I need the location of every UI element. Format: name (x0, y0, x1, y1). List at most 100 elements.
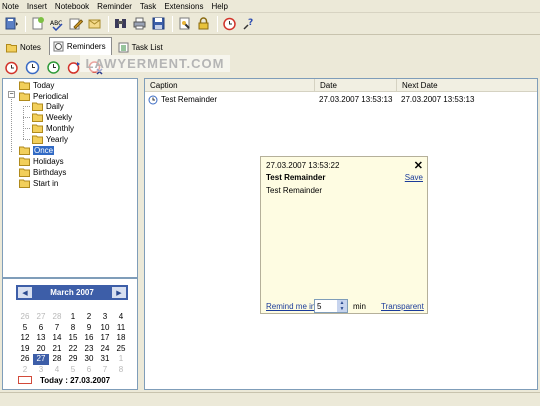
calendar-day[interactable]: 21 (49, 344, 65, 355)
new-note-button[interactable] (29, 15, 46, 32)
menu-task[interactable]: Task (140, 2, 156, 11)
refresh-reminder-button[interactable] (45, 59, 62, 76)
calendar-day[interactable]: 8 (113, 365, 129, 376)
reminder-clock-button[interactable] (24, 59, 41, 76)
panel-splitter[interactable] (139, 78, 143, 390)
properties-button[interactable] (176, 15, 193, 32)
new-reminder-button[interactable] (3, 59, 20, 76)
calendar-day[interactable]: 1 (65, 312, 81, 323)
calendar-day[interactable]: 1 (113, 354, 129, 365)
calendar-day[interactable]: 28 (49, 354, 65, 365)
column-caption[interactable]: Caption (145, 79, 315, 92)
lock-button[interactable] (195, 15, 212, 32)
tree-expander[interactable]: − (8, 91, 15, 98)
calendar-day[interactable]: 15 (65, 333, 81, 344)
tree-item-once[interactable]: Once (19, 145, 55, 156)
calendar-day[interactable]: 17 (97, 333, 113, 344)
transparent-link[interactable]: Transparent (381, 302, 424, 311)
menu-note[interactable]: Note (2, 2, 19, 11)
tree-item-weekly[interactable]: Weekly (32, 112, 72, 123)
alarm-clock-icon (5, 61, 18, 74)
spellcheck-button[interactable]: ABC (48, 15, 65, 32)
main-toolbar: ABC ? (0, 13, 540, 35)
minutes-input[interactable] (315, 300, 337, 312)
menu-insert[interactable]: Insert (27, 2, 47, 11)
tree-item-yearly[interactable]: Yearly (32, 134, 68, 145)
calendar-day[interactable]: 9 (81, 323, 97, 334)
tree-item-label: Yearly (46, 135, 68, 144)
alarm-button[interactable] (221, 15, 238, 32)
calendar-day[interactable]: 4 (113, 312, 129, 323)
calendar-next-button[interactable]: ▶ (112, 287, 126, 298)
alarm-clock-icon (223, 17, 236, 31)
mail-button[interactable] (86, 15, 103, 32)
popup-text: Test Remainder (266, 186, 323, 195)
calendar-day[interactable]: 26 (17, 312, 33, 323)
calendar-day[interactable]: 5 (17, 323, 33, 334)
calendar-day[interactable]: 10 (97, 323, 113, 334)
calendar-day[interactable]: 23 (81, 344, 97, 355)
calendar-day[interactable]: 3 (97, 312, 113, 323)
menu-notebook[interactable]: Notebook (55, 2, 89, 11)
calendar-day[interactable]: 26 (17, 354, 33, 365)
calendar-day[interactable]: 11 (113, 323, 129, 334)
tree-item-start-in[interactable]: Start in (19, 178, 58, 189)
calendar-day[interactable]: 12 (17, 333, 33, 344)
calendar-day[interactable]: 8 (65, 323, 81, 334)
edit-button[interactable] (67, 15, 84, 32)
minutes-unit: min (353, 302, 366, 311)
category-tree: − Today Periodical Daily Weekly Monthly … (2, 78, 138, 278)
tree-item-birthdays[interactable]: Birthdays (19, 167, 66, 178)
row-next-date: 27.03.2007 13:53:13 (401, 95, 475, 104)
calendar-day[interactable]: 28 (49, 312, 65, 323)
menu-help[interactable]: Help (211, 2, 227, 11)
calendar-day[interactable]: 27 (33, 354, 49, 365)
tree-item-label: Daily (46, 102, 64, 111)
column-next-date[interactable]: Next Date (397, 79, 537, 92)
calendar-day[interactable]: 29 (65, 354, 81, 365)
toolbar-separator (217, 15, 218, 32)
column-date[interactable]: Date (315, 79, 397, 92)
stepper-buttons[interactable]: ▲ ▼ (337, 300, 347, 312)
calendar-day[interactable]: 22 (65, 344, 81, 355)
minutes-stepper[interactable]: ▲ ▼ (314, 299, 348, 313)
tab-notes[interactable]: Notes (2, 39, 47, 55)
calendar-day[interactable]: 30 (81, 354, 97, 365)
tree-item-holidays[interactable]: Holidays (19, 156, 64, 167)
help-button[interactable]: ? (240, 15, 257, 32)
find-button[interactable] (112, 15, 129, 32)
calendar-day[interactable]: 31 (97, 354, 113, 365)
tree-item-monthly[interactable]: Monthly (32, 123, 74, 134)
chevron-down-icon[interactable]: ▼ (340, 306, 345, 312)
print-button[interactable] (131, 15, 148, 32)
calendar-today-footer[interactable]: Today : 27.03.2007 (18, 374, 110, 386)
tab-task-list[interactable]: Task List (114, 39, 169, 55)
tab-reminders[interactable]: Reminders (48, 37, 112, 55)
calendar-day[interactable]: 13 (33, 333, 49, 344)
calendar-day[interactable]: 2 (81, 312, 97, 323)
calendar-prev-button[interactable]: ◀ (18, 287, 32, 298)
calendar-day[interactable]: 6 (33, 323, 49, 334)
calendar-day[interactable]: 20 (33, 344, 49, 355)
menu-reminder[interactable]: Reminder (97, 2, 132, 11)
menu-extensions[interactable]: Extensions (164, 2, 203, 11)
notebook-button[interactable] (3, 15, 20, 32)
calendar-day[interactable]: 19 (17, 344, 33, 355)
remind-me-in-link[interactable]: Remind me in (266, 302, 315, 311)
tree-item-daily[interactable]: Daily (32, 101, 64, 112)
list-header: Caption Date Next Date (145, 79, 537, 92)
calendar-day[interactable]: 25 (113, 344, 129, 355)
table-row[interactable]: Test Remainder 27.03.2007 13:53:13 27.03… (145, 94, 497, 105)
calendar-day[interactable]: 27 (33, 312, 49, 323)
calendar-day[interactable]: 18 (113, 333, 129, 344)
calendar-day[interactable]: 16 (81, 333, 97, 344)
tree-line (23, 106, 30, 107)
calendar-day[interactable]: 24 (97, 344, 113, 355)
lock-icon (198, 17, 209, 30)
calendar-day[interactable]: 14 (49, 333, 65, 344)
close-icon[interactable]: ✕ (414, 159, 423, 172)
tree-item-today[interactable]: Today (19, 80, 54, 91)
popup-save-link[interactable]: Save (405, 173, 423, 182)
save-button[interactable] (150, 15, 167, 32)
calendar-day[interactable]: 7 (49, 323, 65, 334)
